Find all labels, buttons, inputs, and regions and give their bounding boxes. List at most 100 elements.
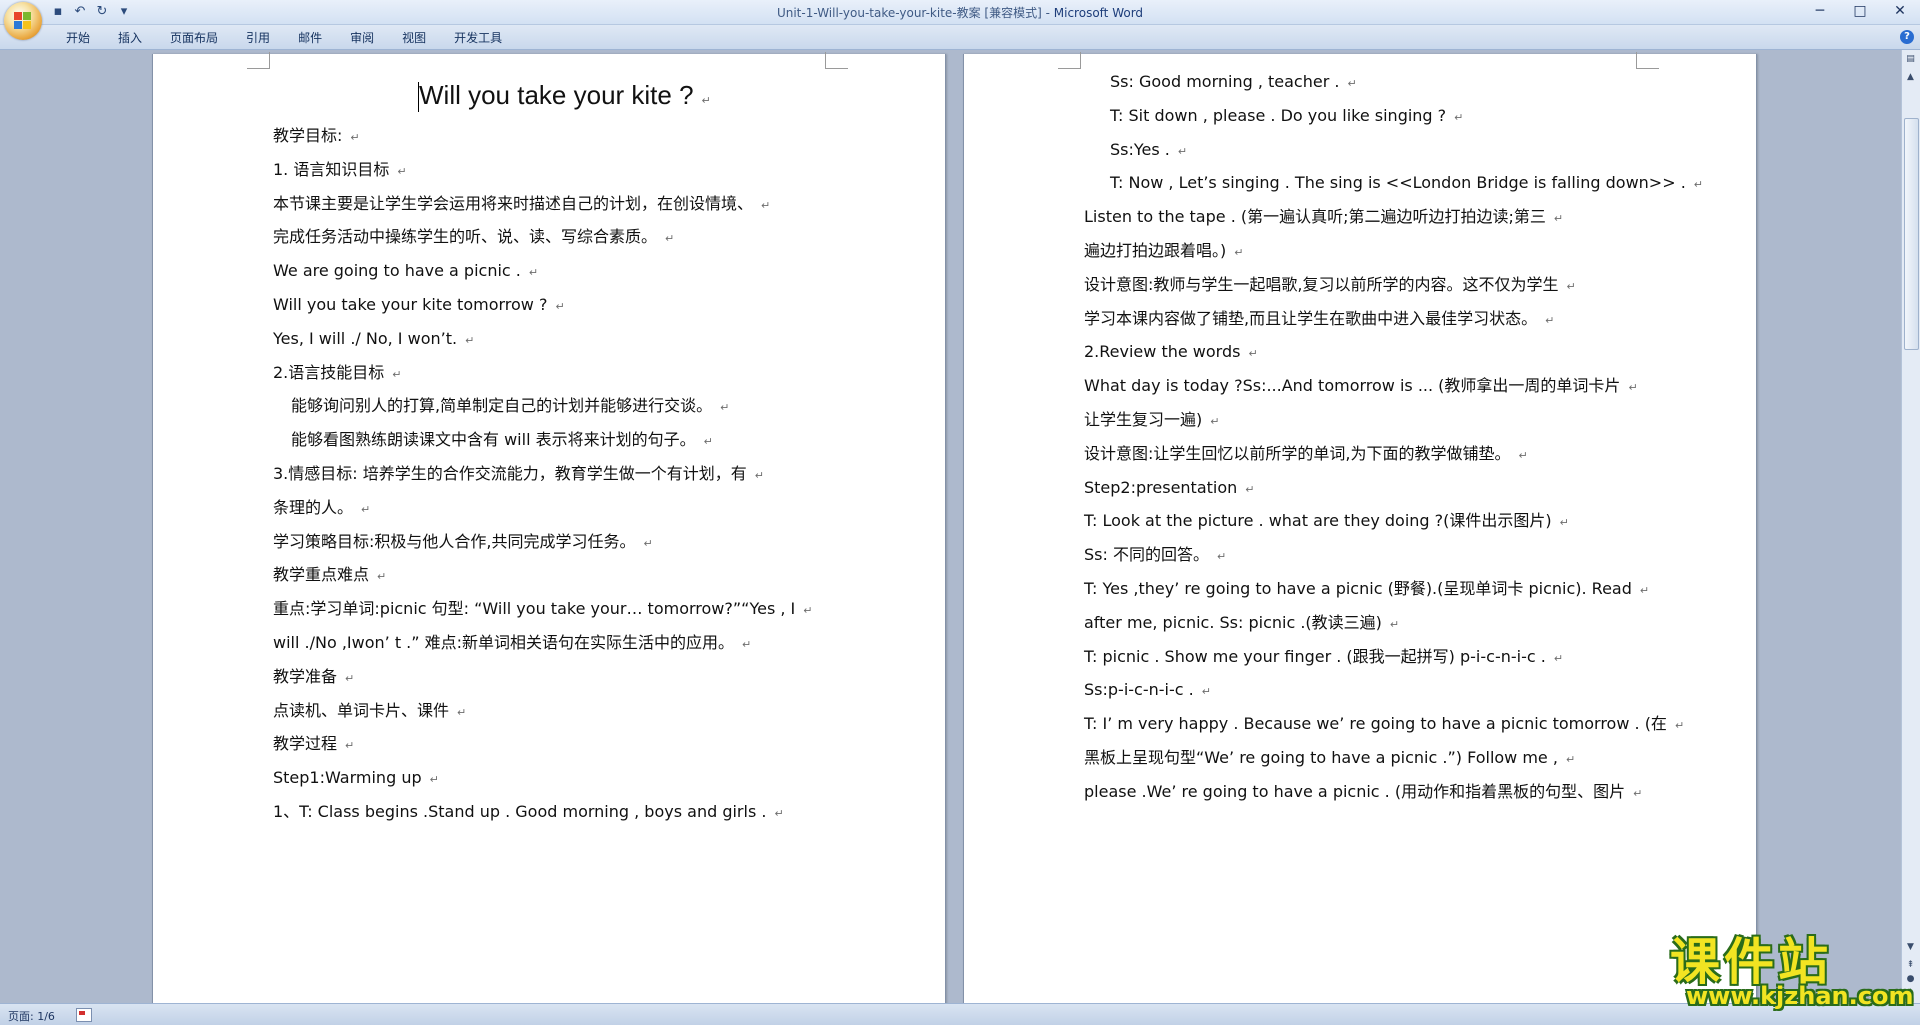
paragraph-mark: ↵ xyxy=(761,198,771,212)
status-bar: 页面: 1/6 xyxy=(0,1003,1920,1025)
document-line: 教学重点难点 ↵ xyxy=(273,564,386,588)
line-text: please .We’ re going to have a picnic . … xyxy=(1084,781,1626,801)
paragraph-mark: ↵ xyxy=(397,164,407,178)
vertical-scrollbar[interactable]: ▤ ▲ ▼ ⇞ ● ⇟ xyxy=(1901,50,1920,1003)
paragraph-mark: ↵ xyxy=(1633,786,1643,800)
line-text: after me, picnic. Ss: picnic .(教读三遍) xyxy=(1084,612,1382,632)
document-line: 学习本课内容做了铺垫,而且让学生在歌曲中进入最佳学习状态。 ↵ xyxy=(1084,308,1554,332)
tab-mailings[interactable]: 邮件 xyxy=(284,29,336,47)
paragraph-mark: ↵ xyxy=(754,469,764,482)
document-line: Ss:Yes . ↵ xyxy=(1110,139,1187,163)
paragraph-mark: ↵ xyxy=(429,773,439,787)
paragraph-mark: ↵ xyxy=(1210,415,1220,428)
tab-page-layout[interactable]: 页面布局 xyxy=(156,29,232,47)
ruler-toggle-icon[interactable]: ▤ xyxy=(1903,52,1918,67)
paragraph-mark: ↵ xyxy=(345,739,355,753)
paragraph-mark: ↵ xyxy=(1216,550,1227,564)
window-controls: ─ □ ✕ xyxy=(1800,0,1920,22)
document-line: 2.Review the words ↵ xyxy=(1084,341,1258,365)
margin-corner-mark xyxy=(1058,52,1081,69)
document-workspace[interactable]: Will you take your kite ? ↵ 教学目标: ↵ 1. 语言知识… xyxy=(0,50,1902,1003)
paragraph-mark: ↵ xyxy=(1234,246,1244,259)
line-text: 1. 语言知识目标 xyxy=(273,159,390,179)
window-title: Unit-1-Will-you-take-your-kite-教案 [兼容模式]… xyxy=(0,4,1920,21)
document-line: 2.语言技能目标 ↵ xyxy=(273,362,402,386)
scroll-up-icon[interactable]: ▲ xyxy=(1903,70,1918,85)
document-page-2[interactable]: Ss: Good morning , teacher . ↵ T: Sit dow… xyxy=(963,52,1757,1003)
line-text: 遍边打拍边跟着唱。) xyxy=(1084,241,1227,260)
title-bar: ▪ ↶ ↻ ▾ Unit-1-Will-you-take-your-kite-教… xyxy=(0,0,1920,25)
line-text: T: Look at the picture . what are they d… xyxy=(1084,511,1552,531)
line-text: Ss: 不同的回答。 xyxy=(1084,545,1209,565)
document-line: 教学准备 ↵ xyxy=(273,666,354,690)
tab-references[interactable]: 引用 xyxy=(232,29,284,47)
paragraph-mark: ↵ xyxy=(465,333,475,347)
minimize-button[interactable]: ─ xyxy=(1800,0,1840,22)
document-page-1[interactable]: Will you take your kite ? ↵ 教学目标: ↵ 1. 语言知识… xyxy=(152,52,946,1003)
line-text: 本节课主要是让学生学会运用将来时描述自己的计划，在创设情境、 xyxy=(273,193,754,213)
document-line: 1、T: Class begins .Stand up . Good morni… xyxy=(273,801,784,825)
line-text: 条理的人。 xyxy=(273,497,354,517)
document-line: Ss: Good morning , teacher . ↵ xyxy=(1110,71,1357,95)
paragraph-mark: ↵ xyxy=(1454,110,1464,124)
document-line: 重点:学习单词:picnic 句型: “Will you take your… … xyxy=(273,598,813,622)
line-text: Ss:p-i-c-n-i-c . xyxy=(1084,680,1194,700)
line-text: Step2:presentation xyxy=(1084,477,1238,497)
paragraph-mark: ↵ xyxy=(742,638,752,651)
document-line: 黑板上呈现句型“We’ re going to have a picnic .”… xyxy=(1084,747,1575,771)
document-line: T: picnic . Show me your finger . (跟我一起拼… xyxy=(1084,646,1563,670)
line-text: 教学重点难点 xyxy=(273,565,370,585)
line-text: Will you take your kite tomorrow ? xyxy=(273,295,548,314)
paragraph-mark: ↵ xyxy=(665,232,675,246)
document-line: 本节课主要是让学生学会运用将来时描述自己的计划，在创设情境、 ↵ xyxy=(273,193,770,217)
document-line: 教学过程 ↵ xyxy=(273,733,354,757)
line-text: 教学准备 xyxy=(273,666,338,686)
paragraph-mark: ↵ xyxy=(1565,753,1576,766)
line-text: Step1:Warming up xyxy=(273,768,422,788)
tab-view[interactable]: 视图 xyxy=(388,29,440,47)
watermark-url: www.kjzhan.com xyxy=(1686,982,1914,1010)
paragraph-mark: ↵ xyxy=(1559,516,1569,530)
document-line: We are going to have a picnic . ↵ xyxy=(273,260,538,284)
tab-home[interactable]: 开始 xyxy=(52,29,104,47)
document-line: 设计意图:教师与学生一起唱歌,复习以前所学的内容。这不仅为学生 ↵ xyxy=(1084,274,1576,298)
paragraph-mark: ↵ xyxy=(528,266,539,280)
scrollbar-thumb[interactable] xyxy=(1904,118,1919,350)
tab-review[interactable]: 审阅 xyxy=(336,29,388,47)
document-line: Step1:Warming up ↵ xyxy=(273,767,439,791)
line-text: 让学生复习一遍) xyxy=(1084,410,1203,429)
paragraph-mark: ↵ xyxy=(1553,212,1564,226)
paragraph-mark: ↵ xyxy=(774,807,784,820)
paragraph-mark: ↵ xyxy=(1177,144,1188,158)
tab-insert[interactable]: 插入 xyxy=(104,29,156,47)
line-text: 学习策略目标:积极与他人合作,共同完成学习任务。 xyxy=(273,531,636,551)
document-heading: Will you take your kite ? ↵ xyxy=(419,80,711,111)
line-text: Yes, I will ./ No, I won’t. xyxy=(273,328,458,348)
document-line: 教学目标: ↵ xyxy=(273,125,360,149)
document-line: T: Sit down , please . Do you like singi… xyxy=(1110,105,1463,129)
document-line: after me, picnic. Ss: picnic .(教读三遍) ↵ xyxy=(1084,612,1399,636)
line-text: 能够看图熟练朗读课文中含有 will 表示将来计划的句子。 xyxy=(291,430,696,450)
line-text: 设计意图:教师与学生一起唱歌,复习以前所学的内容。这不仅为学生 xyxy=(1084,274,1559,294)
close-button[interactable]: ✕ xyxy=(1880,0,1920,22)
line-text: will ./No ,Iwon’ t .” 难点:新单词相关语句在实际生活中的应… xyxy=(273,633,735,652)
paragraph-mark: ↵ xyxy=(1639,584,1650,597)
paragraph-mark: ↵ xyxy=(803,604,813,618)
document-line: T: Yes ,they’ re going to have a picnic … xyxy=(1084,578,1649,602)
proofing-status-icon[interactable] xyxy=(76,1008,92,1022)
line-text: 1、T: Class begins .Stand up . Good morni… xyxy=(273,802,767,821)
page-count-status[interactable]: 页面: 1/6 xyxy=(8,1008,55,1024)
maximize-button[interactable]: □ xyxy=(1840,0,1880,22)
document-line: 能够看图熟练朗读课文中含有 will 表示将来计划的句子。 ↵ xyxy=(291,429,713,453)
paragraph-mark: ↵ xyxy=(392,367,402,381)
margin-corner-mark xyxy=(247,52,270,69)
line-text: 能够询问别人的打算,简单制定自己的计划并能够进行交谈。 xyxy=(291,396,713,416)
line-text: 完成任务活动中操练学生的听、说、读、写综合素质。 xyxy=(273,227,658,247)
document-line: please .We’ re going to have a picnic . … xyxy=(1084,781,1642,805)
document-line: 能够询问别人的打算,简单制定自己的计划并能够进行交谈。 ↵ xyxy=(291,395,729,419)
line-text: T: I’ m very happy . Because we’ re goin… xyxy=(1084,714,1667,734)
office-button[interactable] xyxy=(4,2,42,40)
paragraph-mark: ↵ xyxy=(1628,381,1638,395)
help-icon[interactable]: ? xyxy=(1900,30,1914,44)
tab-developer[interactable]: 开发工具 xyxy=(440,29,516,47)
